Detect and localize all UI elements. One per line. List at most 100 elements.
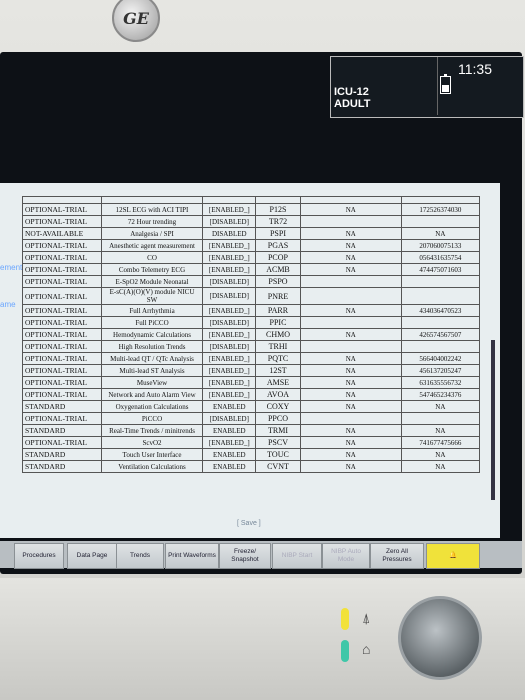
cell-code: AVOA [255, 388, 301, 401]
cell-code: CHMO [255, 328, 301, 341]
header-cell [100, 196, 204, 204]
cell-col5: NA [299, 376, 402, 389]
cell-col5: NA [299, 388, 402, 401]
table-row[interactable]: STANDARD Oxygenation Calculations ENABLED C… [22, 400, 480, 413]
cell-state: [ENABLED_] [202, 352, 257, 365]
table-row[interactable]: OPTIONAL-TRIAL High Resolution Trends [DIS… [22, 340, 480, 353]
table-row[interactable]: STANDARD Touch User Interface ENABLED TOUC N… [22, 448, 480, 461]
cell-status: OPTIONAL-TRIAL [22, 388, 102, 401]
cell-col5: NA [299, 436, 402, 449]
nibp-auto-button[interactable]: NIBP Auto Mode [322, 543, 370, 569]
cell-status: OPTIONAL-TRIAL [22, 352, 102, 365]
cell-code: TRHI [255, 340, 301, 353]
table-row[interactable]: STANDARD Real-Time Trends / minitrends ENA… [22, 424, 480, 437]
sidebar-fragment-2: ame [0, 300, 16, 309]
table-row[interactable]: OPTIONAL-TRIAL CO [ENABLED_] PCOP NA 05643163… [22, 251, 480, 264]
cell-code: PARR [255, 304, 301, 317]
table-row[interactable]: OPTIONAL-TRIAL Multi-lead ST Analysis [ENA… [22, 364, 480, 377]
header-cell [400, 196, 480, 204]
table-row[interactable]: OPTIONAL-TRIAL Full Arrhythmia [ENABLED_] P… [22, 304, 480, 317]
cell-key [400, 412, 480, 425]
freeze-snapshot-button[interactable]: Freeze/ Snapshot [219, 543, 271, 569]
table-row[interactable]: OPTIONAL-TRIAL PiCCO [DISABLED] PPCO [22, 412, 480, 425]
cell-key: 456137205247 [400, 364, 480, 377]
cell-key [400, 215, 480, 228]
table-row[interactable]: OPTIONAL-TRIAL Anesthetic agent measureme… [22, 239, 480, 252]
save-button[interactable]: [ Save ] [237, 520, 261, 527]
cell-key [400, 287, 480, 305]
alarm-silence-button[interactable]: 🔔 [426, 543, 480, 569]
header-cell [255, 196, 301, 204]
data-page-button[interactable]: Data Page [67, 543, 117, 569]
table-row[interactable]: OPTIONAL-TRIAL 12SL ECG with ACI TIPI [ENA… [22, 203, 480, 216]
cell-feature: Full PiCCO [100, 316, 204, 329]
trends-button[interactable]: Trends [116, 543, 164, 569]
table-row[interactable]: OPTIONAL-TRIAL Combo Telemetry ECG [ENABLE… [22, 263, 480, 276]
scrollbar[interactable] [491, 340, 495, 500]
table-row[interactable]: NOT-AVAILABLE Analgesia / SPI DISABLED PSPI… [22, 227, 480, 240]
table-row[interactable]: OPTIONAL-TRIAL Network and Auto Alarm Vie… [22, 388, 480, 401]
cell-feature: Combo Telemetry ECG [100, 263, 204, 276]
table-row[interactable]: OPTIONAL-TRIAL Full PiCCO [DISABLED] PPIC [22, 316, 480, 329]
cell-key: 056431635754 [400, 251, 480, 264]
table-row[interactable]: OPTIONAL-TRIAL Multi-lead QT / QTc Analys… [22, 352, 480, 365]
cell-state: [ENABLED_] [202, 239, 257, 252]
cell-state: [DISABLED] [202, 340, 257, 353]
cell-feature: 12SL ECG with ACI TIPI [100, 203, 204, 216]
home-icon[interactable]: ⌂ [362, 641, 370, 657]
trim-knob[interactable] [398, 596, 482, 680]
status-divider [437, 57, 438, 115]
bed-info: ICU-12 ADULT [334, 86, 370, 110]
cell-code: P12S [255, 203, 301, 216]
header-cell [202, 196, 257, 204]
table-row[interactable]: OPTIONAL-TRIAL ScvO2 [ENABLED_] PSCV NA 74167… [22, 436, 480, 449]
cell-key: NA [400, 460, 480, 473]
table-row[interactable]: OPTIONAL-TRIAL 72 Hour trending [DISABLED]… [22, 215, 480, 228]
cell-state: DISABLED [202, 227, 257, 240]
cell-status: OPTIONAL-TRIAL [22, 304, 102, 317]
cell-feature: Anesthetic agent measurement [100, 239, 204, 252]
cell-feature: 72 Hour trending [100, 215, 204, 228]
cell-status: OPTIONAL-TRIAL [22, 275, 102, 288]
cell-code: PSPI [255, 227, 301, 240]
table-row[interactable]: OPTIONAL-TRIAL E-SpO2 Module Neonatal [DIS… [22, 275, 480, 288]
zero-all-pressures-button[interactable]: Zero All Pressures [370, 543, 424, 569]
table-row[interactable]: OPTIONAL-TRIAL E-sC(A)(O)(V) module NICU … [22, 287, 480, 305]
alarm-indicator-yellow[interactable] [341, 608, 349, 630]
license-table: OPTIONAL-TRIAL 12SL ECG with ACI TIPI [ENA… [22, 196, 480, 473]
cell-feature: High Resolution Trends [100, 340, 204, 353]
cell-feature: Touch User Interface [100, 448, 204, 461]
cell-key: 741677475666 [400, 436, 480, 449]
header-cell [299, 196, 402, 204]
cell-col5: NA [299, 364, 402, 377]
alarm-icon[interactable]: ⍋ [362, 610, 370, 627]
bell-icon: 🔔 [448, 552, 458, 559]
table-row[interactable]: OPTIONAL-TRIAL Hemodynamic Calculations [E… [22, 328, 480, 341]
cell-status: STANDARD [22, 460, 102, 473]
table-header-row [22, 196, 480, 204]
cell-feature: Full Arrhythmia [100, 304, 204, 317]
cell-col5 [299, 412, 402, 425]
cell-code: TRMI [255, 424, 301, 437]
cell-status: OPTIONAL-TRIAL [22, 412, 102, 425]
procedures-button[interactable]: Procedures [14, 543, 64, 569]
nibp-start-button[interactable]: NIBP Start [272, 543, 322, 569]
battery-icon [440, 74, 451, 94]
cell-state: [ENABLED_] [202, 203, 257, 216]
home-indicator-green[interactable] [341, 640, 349, 662]
table-row[interactable]: OPTIONAL-TRIAL MuseView [ENABLED_] AMSE NA 63… [22, 376, 480, 389]
cell-col5: NA [299, 239, 402, 252]
cell-state: ENABLED [202, 400, 257, 413]
table-row[interactable]: STANDARD Ventilation Calculations ENABLED C… [22, 460, 480, 473]
cell-code: AMSE [255, 376, 301, 389]
cell-state: [ENABLED_] [202, 376, 257, 389]
cell-code: CVNT [255, 460, 301, 473]
header-cell [22, 196, 102, 204]
print-waveforms-button[interactable]: Print Waveforms [165, 543, 219, 569]
cell-feature: Ventilation Calculations [100, 460, 204, 473]
cell-col5: NA [299, 328, 402, 341]
cell-status: OPTIONAL-TRIAL [22, 215, 102, 228]
cell-code: PPCO [255, 412, 301, 425]
cell-state: [ENABLED_] [202, 304, 257, 317]
cell-status: OPTIONAL-TRIAL [22, 316, 102, 329]
